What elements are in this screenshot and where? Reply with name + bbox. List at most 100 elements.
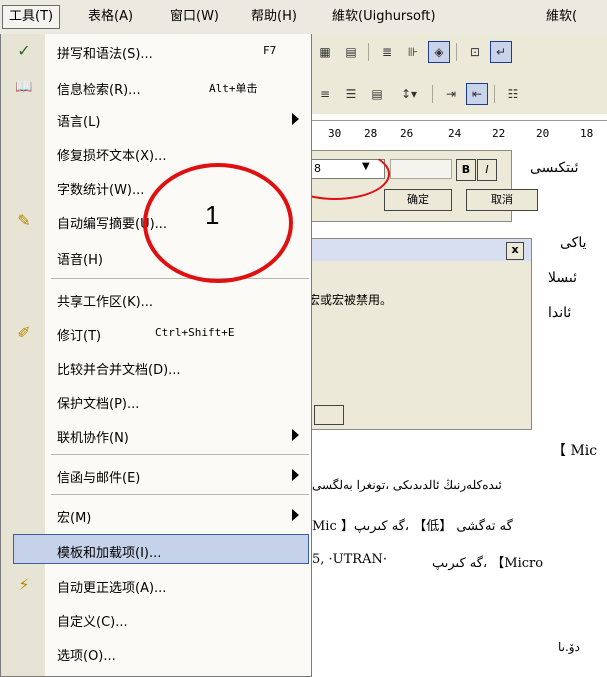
menu-uighursoft-2[interactable]: 維软( xyxy=(540,6,583,28)
menu-item-track-changes[interactable]: ✐ 修订(T) Ctrl+Shift+E xyxy=(1,318,311,348)
numbering-icon[interactable]: ☷ xyxy=(502,83,524,105)
track-changes-icon: ✐ xyxy=(17,323,31,342)
menu-item-protect-document[interactable]: 保护文档(P)... xyxy=(1,386,311,416)
menu-window[interactable]: 窗口(W) xyxy=(164,6,225,28)
ltr-icon[interactable]: ⇥ xyxy=(440,83,462,105)
menu-divider xyxy=(51,454,309,455)
drawing-icon[interactable]: ⊪ xyxy=(402,41,424,63)
menu-item-label: 联机协作(N) xyxy=(57,431,129,446)
doc-text-line: 【 Mic xyxy=(552,443,598,459)
menu-item-label: 语言(L) xyxy=(57,115,101,130)
menu-item-label: 选项(O)... xyxy=(57,649,116,664)
ruler-tick: 18 xyxy=(580,127,594,140)
table-icon[interactable]: ▦ xyxy=(314,41,336,63)
ruler-tick: 20 xyxy=(536,127,550,140)
menu-item-label: 字数统计(W)... xyxy=(57,183,145,198)
tools-menu: ✓ 拼写和语法(S)... F7 📖 信息检索(R)... Alt+单击 语言(… xyxy=(0,34,312,677)
menu-item-label: 自定义(C)... xyxy=(57,615,128,630)
zoom-icon[interactable]: ⊡ xyxy=(464,41,486,63)
submenu-arrow-icon xyxy=(292,113,299,125)
menu-item-label: 比较并合并文档(D)... xyxy=(57,363,181,378)
menu-item-spelling[interactable]: ✓ 拼写和语法(S)... F7 xyxy=(1,36,311,66)
research-icon: 📖 xyxy=(15,79,33,95)
menu-bar: 工具(T) 表格(A) 窗口(W) 帮助(H) 維软(Uighursoft) 維… xyxy=(0,0,607,35)
submenu-arrow-icon xyxy=(292,469,299,481)
toolbar: ▦ ▤ ≣ ⊪ ◈ ⊡ ↵ ≡ ☰ ▤ ↕▾ ⇥ ⇤ ☷ xyxy=(300,34,607,114)
horizontal-ruler[interactable]: 30 28 26 24 22 20 18 xyxy=(300,120,607,148)
submenu-arrow-icon xyxy=(292,429,299,441)
macro-warning-dialog: x 宏或宏被禁用。 xyxy=(305,238,532,430)
menu-item-label: 共享工作区(K)... xyxy=(57,295,154,310)
columns-icon[interactable]: ≣ xyxy=(376,41,398,63)
excel-icon[interactable]: ▤ xyxy=(340,41,362,63)
menu-item-label: 修复损坏文本(X)... xyxy=(57,149,167,164)
menu-item-label: 信函与邮件(E) xyxy=(57,471,141,486)
menu-item-label: 自动更正选项(A)... xyxy=(57,581,167,596)
toolbar-row-2: ≡ ☰ ▤ ↕▾ ⇥ ⇤ ☷ xyxy=(300,80,607,108)
doc-text-line: 5, ·UTRAN· xyxy=(312,552,387,567)
menu-help[interactable]: 帮助(H) xyxy=(245,6,303,28)
menu-item-compare-merge[interactable]: 比较并合并文档(D)... xyxy=(1,352,311,382)
bold-button[interactable]: B xyxy=(456,159,476,181)
document-map-icon[interactable]: ◈ xyxy=(428,41,450,63)
menu-item-shortcut: Ctrl+Shift+E xyxy=(155,326,235,339)
ruler-tick: 22 xyxy=(492,127,506,140)
menu-item-label: 保护文档(P)... xyxy=(57,397,140,412)
menu-divider xyxy=(51,278,309,279)
doc-text-line: ئىدەكلەرنىڭ ئالدىدىكى ،تونغرا بەلگسى xyxy=(312,478,502,492)
menu-item-label: 拼写和语法(S)... xyxy=(57,47,153,62)
cancel-button[interactable]: 取消 xyxy=(466,189,538,211)
toolbar-separator xyxy=(432,85,433,103)
menu-item-online-collaboration[interactable]: 联机协作(N) xyxy=(1,420,311,450)
spellcheck-icon: ✓ xyxy=(17,41,31,60)
menu-item-templates-addins[interactable]: 模板和加载项(I)... xyxy=(13,534,309,564)
doc-text-line: دۆ.ىا xyxy=(558,640,580,654)
toolbar-row-1: ▦ ▤ ≣ ⊪ ◈ ⊡ ↵ xyxy=(300,38,607,66)
annotation-number: 1 xyxy=(205,200,220,230)
menu-tools[interactable]: 工具(T) xyxy=(2,5,61,29)
submenu-arrow-icon xyxy=(292,509,299,521)
ruler-tick: 30 xyxy=(328,127,342,140)
menu-item-label: 语音(H) xyxy=(57,253,103,268)
doc-text-line: گە كىرىپ، 【Micro xyxy=(432,556,544,571)
dialog-title-bar xyxy=(306,239,531,261)
toolbar-separator xyxy=(494,85,495,103)
menu-item-shortcut: F7 xyxy=(263,44,277,57)
doc-text-line: ئاندا xyxy=(548,305,572,321)
menu-item-macro[interactable]: 宏(M) xyxy=(1,500,311,530)
menu-item-customize[interactable]: 自定义(C)... xyxy=(1,604,311,634)
size-field[interactable] xyxy=(390,159,452,179)
justify-icon[interactable]: ▤ xyxy=(366,83,388,105)
close-icon[interactable]: x xyxy=(506,242,524,260)
show-formatting-icon[interactable]: ↵ xyxy=(490,41,512,63)
align-center-icon[interactable]: ≡ xyxy=(314,83,336,105)
doc-text-line: ئىتكىسى xyxy=(530,160,579,176)
menu-item-language[interactable]: 语言(L) xyxy=(1,104,311,134)
dialog-button[interactable] xyxy=(314,405,344,425)
menu-item-label: 信息检索(R)... xyxy=(57,83,141,98)
toolbar-separator xyxy=(368,43,369,61)
ruler-tick: 26 xyxy=(400,127,414,140)
rtl-icon[interactable]: ⇤ xyxy=(466,83,488,105)
menu-table[interactable]: 表格(A) xyxy=(82,6,139,28)
align-right-icon[interactable]: ☰ xyxy=(340,83,362,105)
line-spacing-icon[interactable]: ↕▾ xyxy=(392,83,426,105)
ruler-tick: 24 xyxy=(448,127,462,140)
menu-divider xyxy=(51,494,309,495)
doc-text-line: ياكى xyxy=(560,235,587,251)
italic-button[interactable]: I xyxy=(477,159,497,181)
autocorrect-icon: ⚡ xyxy=(18,575,30,594)
menu-item-letters-mailings[interactable]: 信函与邮件(E) xyxy=(1,460,311,490)
menu-item-autocorrect-options[interactable]: ⚡ 自动更正选项(A)... xyxy=(1,570,311,600)
toolbar-separator xyxy=(456,43,457,61)
menu-item-shortcut: Alt+单击 xyxy=(209,82,258,95)
menu-item-options[interactable]: 选项(O)... xyxy=(1,638,311,668)
ok-button[interactable]: 确定 xyxy=(384,189,452,211)
doc-text-line: ئىسلا xyxy=(548,270,577,286)
menu-uighursoft[interactable]: 維软(Uighursoft) xyxy=(326,6,442,28)
menu-item-label: 模板和加载项(I)... xyxy=(57,546,162,561)
menu-item-shared-workspace[interactable]: 共享工作区(K)... xyxy=(1,284,311,314)
menu-item-label: 宏(M) xyxy=(57,511,92,526)
menu-item-research[interactable]: 📖 信息检索(R)... Alt+单击 xyxy=(1,72,311,102)
menu-item-repair-text[interactable]: 修复损坏文本(X)... xyxy=(1,138,311,168)
